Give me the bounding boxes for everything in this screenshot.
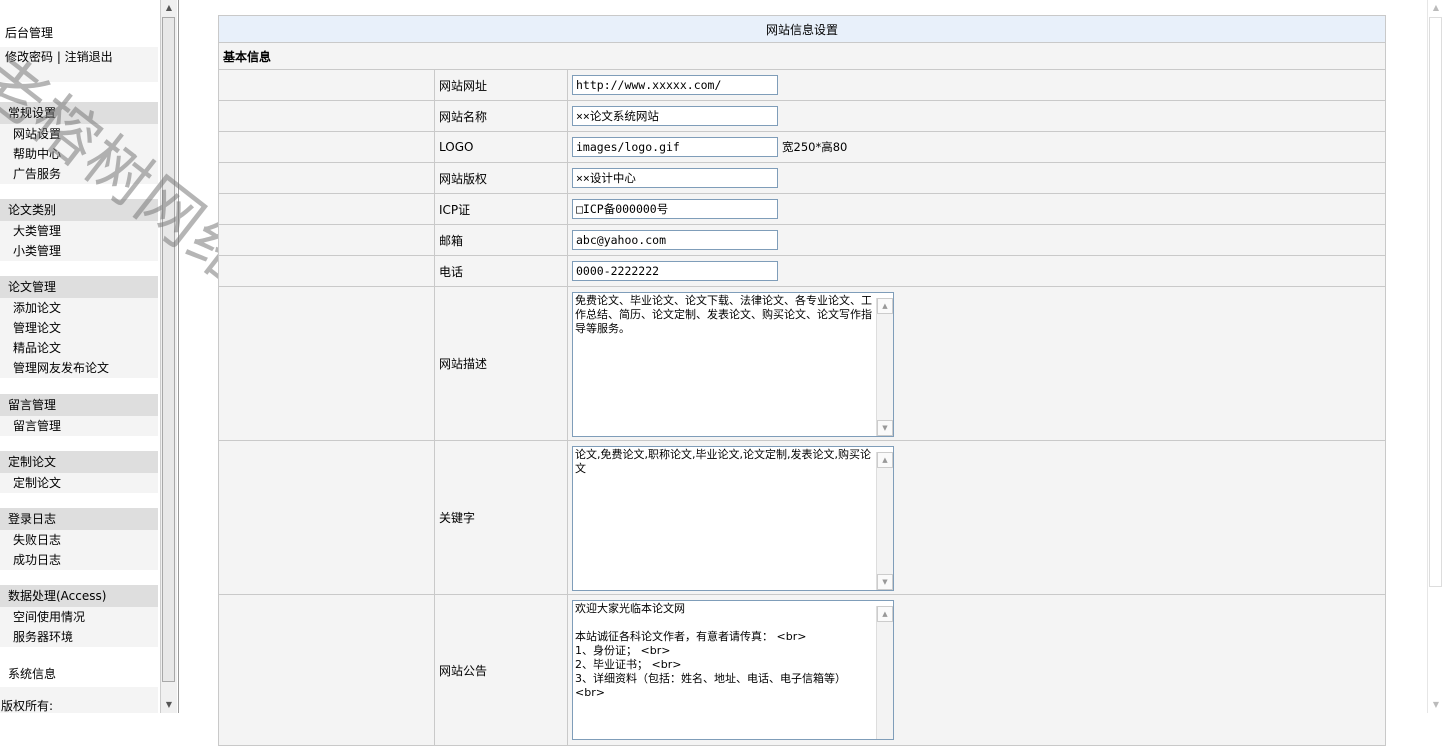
form-row-icp: ICP证 <box>218 193 1387 225</box>
arrow-up-icon[interactable]: ▲ <box>1428 0 1444 16</box>
nav-group-header[interactable]: 常规设置 <box>0 102 158 124</box>
nav-item-messages[interactable]: 留言管理 <box>0 416 158 436</box>
nav-item-success-log[interactable]: 成功日志 <box>0 550 158 570</box>
field-label: 电话 <box>434 255 568 287</box>
field-label: 网站版权 <box>434 162 568 194</box>
nav-group-papers: 论文管理 添加论文 管理论文 精品论文 管理网友发布论文 <box>0 276 158 378</box>
arrow-up-icon[interactable]: ▲ <box>877 606 893 622</box>
nav-item-ad-service[interactable]: 广告服务 <box>0 164 158 184</box>
page-scrollbar[interactable]: ▲ ▼ <box>1427 0 1444 713</box>
nav-item-space-usage[interactable]: 空间使用情况 <box>0 607 158 627</box>
logo-size-hint: 宽250*高80 <box>782 140 848 154</box>
form-row-copyright: 网站版权 <box>218 162 1387 194</box>
copyright-box: 版权所有: <box>0 687 158 713</box>
section-title: 基本信息 <box>217 42 1387 70</box>
nav-item-featured-paper[interactable]: 精品论文 <box>0 338 158 358</box>
field-label: 网站网址 <box>434 69 568 101</box>
form-row-logo: LOGO 宽250*高80 <box>218 131 1387 163</box>
nav-group-messages: 留言管理 留言管理 <box>0 394 158 436</box>
nav-item-major-category[interactable]: 大类管理 <box>0 221 158 241</box>
copyright-input[interactable] <box>572 168 778 188</box>
nav-item-minor-category[interactable]: 小类管理 <box>0 241 158 261</box>
account-links[interactable]: 修改密码 | 注销退出 <box>0 48 158 66</box>
email-input[interactable] <box>572 230 778 250</box>
form-row-notice: 网站公告 欢迎大家光临本论文网 本站诚征各科论文作者，有意者请传真： <br> … <box>218 594 1387 746</box>
nav-item-failed-log[interactable]: 失败日志 <box>0 530 158 550</box>
field-label: LOGO <box>434 131 568 163</box>
field-label: ICP证 <box>434 193 568 225</box>
form-row-email: 邮箱 <box>218 224 1387 256</box>
nav-group-header[interactable]: 定制论文 <box>0 451 158 473</box>
nav-group-custom: 定制论文 定制论文 <box>0 451 158 493</box>
account-box: 修改密码 | 注销退出 <box>0 47 158 82</box>
field-label: 网站名称 <box>434 100 568 132</box>
nav-group-logs: 登录日志 失败日志 成功日志 <box>0 508 158 570</box>
form-row-name: 网站名称 <box>218 100 1387 132</box>
arrow-up-icon[interactable]: ▲ <box>877 452 893 468</box>
nav-group-categories: 论文类别 大类管理 小类管理 <box>0 199 158 261</box>
form-row-description: 网站描述 免费论文、毕业论文、论文下载、法律论文、各专业论文、工作总结、简历、论… <box>218 286 1387 441</box>
phone-input[interactable] <box>572 261 778 281</box>
textarea-scrollbar[interactable]: ▲ ▼ <box>876 452 893 590</box>
nav-group-header[interactable]: 论文管理 <box>0 276 158 298</box>
form-row-phone: 电话 <box>218 255 1387 287</box>
nav-item-user-papers[interactable]: 管理网友发布论文 <box>0 358 158 378</box>
nav-title: 后台管理 <box>5 26 54 40</box>
nav-item-manage-paper[interactable]: 管理论文 <box>0 318 158 338</box>
field-label: 网站描述 <box>434 286 568 441</box>
textarea-scrollbar[interactable]: ▲ ▼ <box>876 298 893 436</box>
copyright-label: 版权所有: <box>1 699 54 713</box>
left-nav-frame: 后台管理 修改密码 | 注销退出 常规设置 网站设置 帮助中心 广告服务 论文类… <box>0 0 179 713</box>
field-label: 网站公告 <box>434 594 568 746</box>
nav-item-custom-paper[interactable]: 定制论文 <box>0 473 158 493</box>
nav-group-header[interactable]: 论文类别 <box>0 199 158 221</box>
arrow-down-icon[interactable]: ▼ <box>877 574 893 590</box>
nav-item-site-settings[interactable]: 网站设置 <box>0 124 158 144</box>
nav-group-general: 常规设置 网站设置 帮助中心 广告服务 <box>0 102 158 184</box>
left-scrollbar[interactable]: ▲ ▼ <box>160 0 177 713</box>
site-name-input[interactable] <box>572 106 778 126</box>
arrow-down-icon[interactable]: ▼ <box>877 420 893 436</box>
page-scrollbar-thumb[interactable] <box>1429 17 1442 587</box>
description-textarea[interactable]: 免费论文、毕业论文、论文下载、法律论文、各专业论文、工作总结、简历、论文定制、发… <box>572 292 894 437</box>
nav-system-info[interactable]: 系统信息 <box>8 665 56 682</box>
nav-item-add-paper[interactable]: 添加论文 <box>0 298 158 318</box>
textarea-scrollbar[interactable]: ▲ <box>876 606 893 739</box>
arrow-up-icon[interactable]: ▲ <box>161 0 177 16</box>
nav-group-header[interactable]: 数据处理(Access) <box>0 585 158 607</box>
logo-path-input[interactable] <box>572 137 778 157</box>
field-label: 关键字 <box>434 440 568 595</box>
notice-textarea[interactable]: 欢迎大家光临本论文网 本站诚征各科论文作者，有意者请传真： <br> 1、身份证… <box>572 600 894 740</box>
icp-input[interactable] <box>572 199 778 219</box>
arrow-down-icon[interactable]: ▼ <box>1428 697 1444 713</box>
nav-item-server-env[interactable]: 服务器环境 <box>0 627 158 647</box>
form-row-keywords: 关键字 论文,免费论文,职称论文,毕业论文,论文定制,发表论文,购买论文 ▲ ▼ <box>218 440 1387 595</box>
nav-group-data: 数据处理(Access) 空间使用情况 服务器环境 <box>0 585 158 647</box>
nav-group-header[interactable]: 登录日志 <box>0 508 158 530</box>
arrow-down-icon[interactable]: ▼ <box>161 697 177 713</box>
left-scrollbar-thumb[interactable] <box>162 17 175 682</box>
nav-group-header[interactable]: 留言管理 <box>0 394 158 416</box>
arrow-up-icon[interactable]: ▲ <box>877 298 893 314</box>
site-settings-table: 网站信息设置 基本信息 网站网址 网站名称 LOGO 宽250*高80 网站版权… <box>217 15 1387 746</box>
keywords-textarea[interactable]: 论文,免费论文,职称论文,毕业论文,论文定制,发表论文,购买论文 <box>572 446 894 591</box>
nav-item-help-center[interactable]: 帮助中心 <box>0 144 158 164</box>
panel-header: 网站信息设置 <box>217 15 1387 43</box>
site-url-input[interactable] <box>572 75 778 95</box>
form-row-url: 网站网址 <box>218 69 1387 101</box>
field-label: 邮箱 <box>434 224 568 256</box>
left-nav: 后台管理 修改密码 | 注销退出 常规设置 网站设置 帮助中心 广告服务 论文类… <box>0 0 160 713</box>
